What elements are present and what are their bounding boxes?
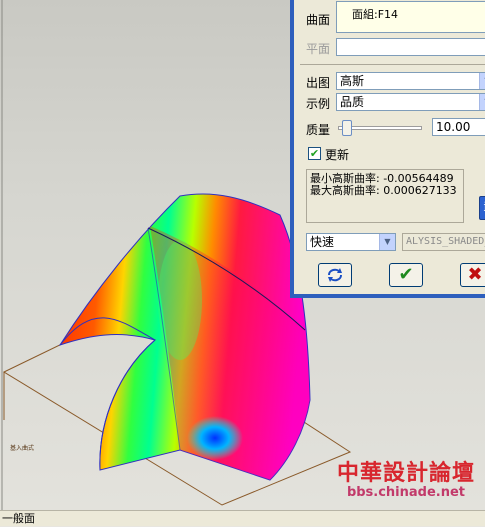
info-icon[interactable]: i (479, 196, 485, 220)
analysis-name-value: ALYSIS_SHADED_ (406, 236, 485, 247)
repaint-button[interactable] (318, 263, 352, 287)
quality-input[interactable]: 10.00 (432, 118, 485, 136)
analysis-name-field[interactable]: ALYSIS_SHADED_ (402, 233, 485, 251)
quality-value: 10.00 (436, 120, 471, 134)
max-curvature: 最大高斯曲率: 0.000627133 (310, 184, 457, 197)
watermark: 中華設計論壇 bbs.chinade.net (337, 455, 475, 500)
quality-label: 质量 (306, 123, 331, 137)
mode-select[interactable]: 快速 ▼ (306, 233, 396, 251)
checkmark-icon: ✔ (398, 264, 414, 285)
slider-thumb[interactable] (342, 120, 352, 136)
chevron-down-icon: ▼ (479, 94, 485, 110)
plane-tag: 基入曲式 (10, 444, 34, 452)
display-value: 品质 (340, 95, 365, 109)
cancel-button[interactable]: ✖ (460, 263, 485, 287)
update-label: 更新 (325, 148, 350, 162)
quality-slider[interactable] (338, 120, 422, 136)
divider (300, 64, 485, 65)
surface-collector[interactable]: 面組:F14 (336, 1, 485, 33)
watermark-url: bbs.chinade.net (346, 485, 466, 500)
result-panel: 最小高斯曲率: -0.00564489 最大高斯曲率: 0.000627133 (306, 169, 464, 223)
close-icon: ✖ (467, 264, 483, 285)
curvature-analysis-dialog: 曲面 面組:F14 平面 出图 高斯 ▼ 示例 品质 ▼ 质量 10.00 ✔ … (290, 0, 485, 298)
chevron-down-icon: ▼ (479, 73, 485, 89)
status-text: 一般面 (2, 512, 35, 525)
display-select[interactable]: 品质 ▼ (336, 93, 485, 111)
checkmark-icon: ✔ (309, 147, 320, 160)
output-value: 高斯 (340, 74, 365, 88)
status-bar: 一般面 (0, 510, 485, 526)
ok-button[interactable]: ✔ (389, 263, 423, 287)
watermark-title: 中華設計論壇 (336, 460, 475, 486)
plane-collector[interactable] (336, 38, 485, 56)
plane-label: 平面 (306, 42, 331, 56)
repaint-icon (328, 268, 342, 282)
surface-label: 曲面 (306, 13, 331, 27)
display-label: 示例 (306, 97, 331, 111)
surface-value: 面組:F14 (352, 8, 399, 21)
output-label: 出图 (306, 76, 331, 90)
mode-value: 快速 (310, 235, 335, 249)
output-select[interactable]: 高斯 ▼ (336, 72, 485, 90)
chevron-down-icon: ▼ (379, 234, 395, 250)
update-checkbox[interactable]: ✔ (308, 147, 321, 160)
